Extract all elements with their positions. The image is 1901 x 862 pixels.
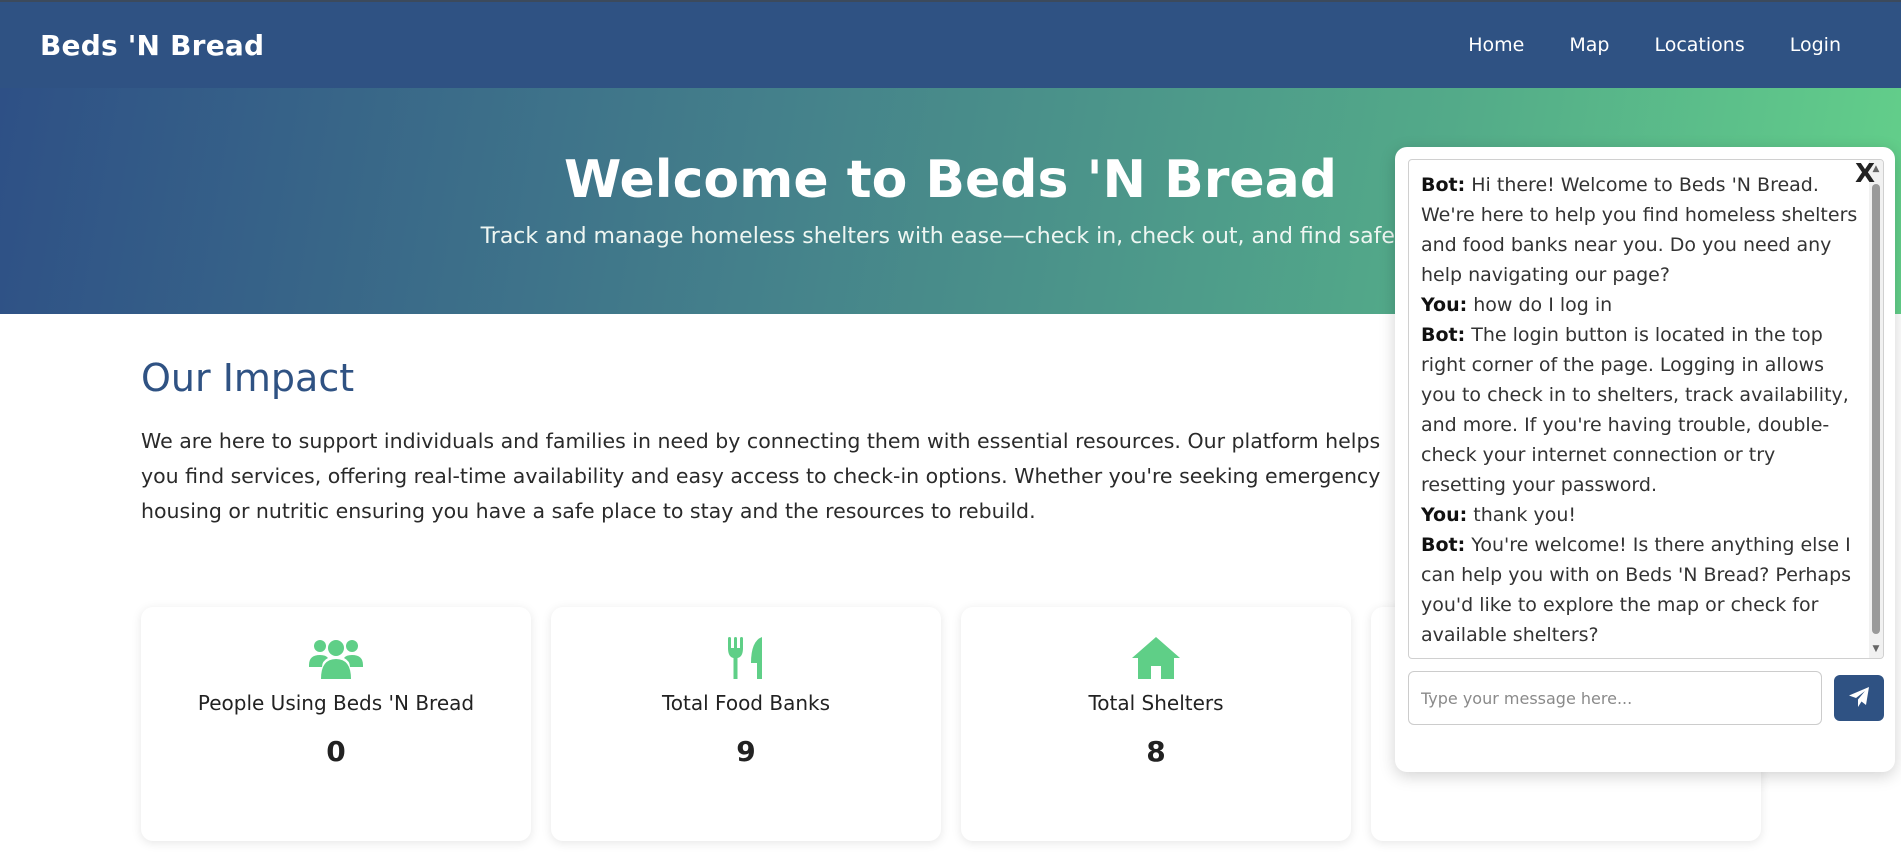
stat-value: 8 — [1146, 735, 1166, 768]
impact-text: We are here to support individuals and f… — [141, 429, 1381, 523]
stat-label: People Using Beds 'N Bread — [197, 691, 475, 715]
stat-card-people: People Using Beds 'N Bread 0 — [141, 607, 531, 841]
home-icon — [961, 637, 1351, 679]
message-text: thank you! — [1467, 504, 1576, 526]
navbar: Beds 'N Bread Home Map Locations Login — [0, 2, 1901, 88]
message-text: Hi there! Welcome to Beds 'N Bread. We'r… — [1421, 174, 1858, 286]
chat-message: Bot: You're welcome! Is there anything e… — [1421, 530, 1859, 650]
nav-home-link[interactable]: Home — [1468, 34, 1524, 56]
chat-log[interactable]: Bot: Hi there! Welcome to Beds 'N Bread.… — [1408, 159, 1884, 659]
chat-message-input[interactable] — [1408, 671, 1822, 725]
impact-title: Our Impact — [141, 356, 355, 400]
chat-widget: Bot: Hi there! Welcome to Beds 'N Bread.… — [1395, 147, 1895, 772]
message-speaker: Bot: — [1421, 174, 1466, 196]
chat-message: You: thank you! — [1421, 500, 1859, 530]
message-speaker: Bot: — [1421, 534, 1466, 556]
send-button[interactable] — [1834, 675, 1884, 721]
message-speaker: You: — [1421, 504, 1468, 526]
stat-value: 9 — [736, 735, 756, 768]
chat-message: Bot: Hi there! Welcome to Beds 'N Bread.… — [1421, 170, 1859, 290]
chat-messages: Bot: Hi there! Welcome to Beds 'N Bread.… — [1409, 160, 1871, 658]
nav-login-link[interactable]: Login — [1790, 34, 1841, 56]
brand-logo[interactable]: Beds 'N Bread — [40, 29, 264, 62]
message-speaker: Bot: — [1421, 324, 1466, 346]
nav-locations-link[interactable]: Locations — [1654, 34, 1744, 56]
stat-card-food-banks: Total Food Banks 9 — [551, 607, 941, 841]
chat-message: You: how do I log in — [1421, 290, 1859, 320]
stat-label: Total Food Banks — [661, 691, 831, 715]
chat-message: Bot: The login button is located in the … — [1421, 320, 1859, 500]
stat-card-shelters: Total Shelters 8 — [961, 607, 1351, 841]
chat-scrollbar[interactable]: ▲ ▼ — [1869, 160, 1883, 658]
nav-links: Home Map Locations Login — [1468, 34, 1841, 56]
scroll-thumb[interactable] — [1872, 184, 1880, 634]
chat-close-button[interactable]: X — [1855, 161, 1875, 187]
paper-plane-icon — [1848, 686, 1870, 711]
message-text: how do I log in — [1467, 294, 1613, 316]
message-text: You're welcome! Is there anything else I… — [1421, 534, 1852, 646]
message-text: The login button is located in the top r… — [1421, 324, 1849, 496]
people-icon — [141, 637, 531, 679]
stat-value: 0 — [326, 735, 346, 768]
scroll-down-arrow-icon[interactable]: ▼ — [1871, 644, 1881, 654]
nav-map-link[interactable]: Map — [1569, 34, 1609, 56]
utensils-icon — [551, 637, 941, 679]
stat-label: Total Shelters — [1088, 691, 1224, 715]
message-speaker: You: — [1421, 294, 1468, 316]
